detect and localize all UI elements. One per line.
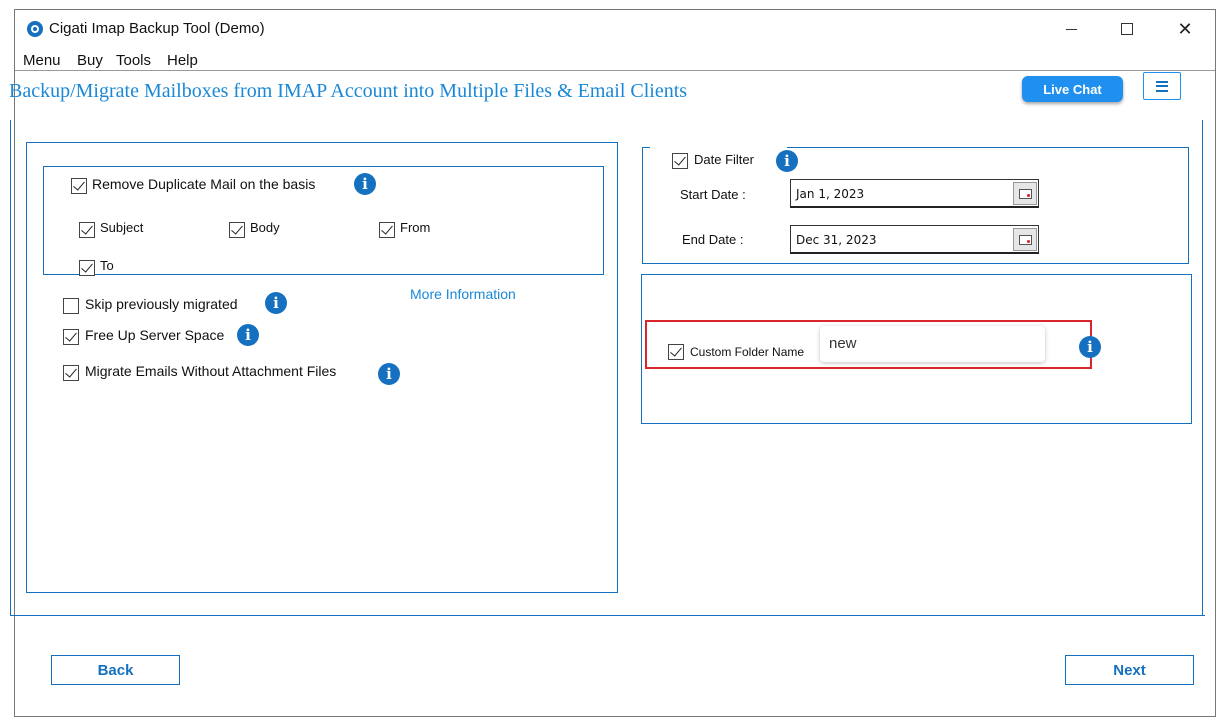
body-checkbox[interactable] [229, 222, 245, 238]
maximize-button[interactable] [1099, 10, 1155, 48]
custom-folder-checkbox[interactable] [668, 344, 684, 360]
remove-duplicate-label: Remove Duplicate Mail on the basis [92, 176, 316, 192]
menu-item-buy[interactable]: Buy [77, 52, 103, 69]
more-information-link[interactable]: More Information [410, 286, 516, 302]
end-date-calendar-button[interactable] [1013, 228, 1037, 251]
date-filter-label: Date Filter [694, 152, 754, 167]
menu-item-tools[interactable]: Tools [116, 52, 151, 69]
menu-item-menu[interactable]: Menu [23, 52, 61, 69]
maximize-icon [1121, 23, 1133, 35]
app-logo-icon [27, 21, 43, 37]
free-up-server-space-label: Free Up Server Space [85, 327, 225, 343]
calendar-icon [1018, 188, 1032, 199]
free-up-server-space-checkbox[interactable] [63, 329, 79, 345]
menu-bar: Menu Buy Tools Help [15, 49, 1215, 71]
end-date-value: Dec 31, 2023 [796, 233, 877, 247]
info-icon[interactable]: i [237, 324, 259, 346]
info-icon[interactable]: i [1079, 336, 1101, 358]
date-filter-checkbox[interactable] [672, 153, 688, 169]
end-date-picker[interactable]: Dec 31, 2023 [790, 225, 1039, 254]
skip-previously-migrated-checkbox[interactable] [63, 298, 79, 314]
back-button[interactable]: Back [51, 655, 180, 685]
page-title: Backup/Migrate Mailboxes from IMAP Accou… [9, 80, 688, 102]
remove-duplicate-checkbox[interactable] [71, 178, 87, 194]
start-date-picker[interactable]: Jan 1, 2023 [790, 179, 1039, 208]
subject-label: Subject [100, 220, 144, 235]
custom-folder-label: Custom Folder Name [690, 345, 805, 359]
close-button[interactable]: ✕ [1157, 10, 1213, 48]
window-title: Cigati Imap Backup Tool (Demo) [49, 20, 265, 37]
calendar-icon [1018, 234, 1032, 245]
title-bar: Cigati Imap Backup Tool (Demo) ✕ [15, 10, 1215, 48]
menu-item-help[interactable]: Help [167, 52, 198, 69]
body-label: Body [250, 220, 280, 235]
skip-previously-migrated-label: Skip previously migrated [85, 296, 238, 312]
from-checkbox[interactable] [379, 222, 395, 238]
to-label: To [100, 258, 114, 273]
minimize-icon [1065, 28, 1077, 30]
from-label: From [400, 220, 431, 235]
custom-folder-input[interactable]: new [820, 326, 1045, 362]
start-date-label: Start Date : [680, 187, 746, 202]
end-date-label: End Date : [682, 232, 744, 247]
migrate-without-attachments-checkbox[interactable] [63, 365, 79, 381]
live-chat-button[interactable]: Live Chat [1022, 76, 1123, 102]
to-checkbox[interactable] [79, 260, 95, 276]
next-button[interactable]: Next [1065, 655, 1194, 685]
info-icon[interactable]: i [378, 363, 400, 385]
migrate-without-attachments-label: Migrate Emails Without Attachment Files [85, 363, 337, 379]
group-border [642, 147, 650, 148]
start-date-calendar-button[interactable] [1013, 182, 1037, 205]
group-border [787, 147, 1189, 148]
info-icon[interactable]: i [265, 292, 287, 314]
main-frame-edge [1202, 120, 1203, 616]
hamburger-menu-icon [1156, 80, 1168, 92]
custom-folder-value: new [829, 335, 857, 352]
start-date-value: Jan 1, 2023 [796, 187, 865, 201]
minimize-button[interactable] [1043, 10, 1099, 48]
close-icon: ✕ [1177, 18, 1193, 39]
subject-checkbox[interactable] [79, 222, 95, 238]
info-icon[interactable]: i [354, 173, 376, 195]
hamburger-menu-button[interactable] [1143, 72, 1181, 100]
info-icon[interactable]: i [776, 150, 798, 172]
